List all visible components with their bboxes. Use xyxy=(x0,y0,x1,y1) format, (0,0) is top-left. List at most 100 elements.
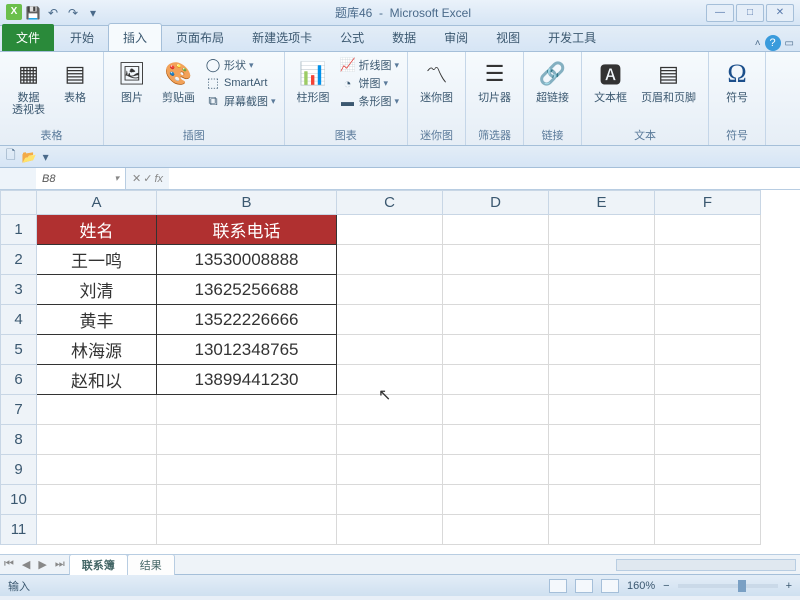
row-header-3[interactable]: 3 xyxy=(1,275,37,305)
cell-F8[interactable] xyxy=(655,425,761,455)
col-header-A[interactable]: A xyxy=(37,191,157,215)
view-normal-button[interactable] xyxy=(549,579,567,593)
cell-D10[interactable] xyxy=(443,485,549,515)
smartart-button[interactable]: ⬚SmartArt xyxy=(205,74,276,92)
cell-C5[interactable] xyxy=(337,335,443,365)
cell-C4[interactable] xyxy=(337,305,443,335)
col-header-C[interactable]: C xyxy=(337,191,443,215)
formula-input[interactable] xyxy=(169,168,800,189)
cell-A4[interactable]: 黄丰 xyxy=(37,305,157,335)
qat-new-icon[interactable]: 🗋 xyxy=(6,146,16,167)
clipart-button[interactable]: 🎨 剪贴画 xyxy=(158,56,199,106)
cell-A6[interactable]: 赵和以 xyxy=(37,365,157,395)
cell-B1[interactable]: 联系电话 xyxy=(157,215,337,245)
cell-E11[interactable] xyxy=(549,515,655,545)
zoom-out-icon[interactable]: − xyxy=(663,580,669,592)
cell-B9[interactable] xyxy=(157,455,337,485)
cell-D4[interactable] xyxy=(443,305,549,335)
header-footer-button[interactable]: ▤ 页眉和页脚 xyxy=(637,56,700,106)
tab-view[interactable]: 视图 xyxy=(482,24,534,51)
cell-F5[interactable] xyxy=(655,335,761,365)
cell-A10[interactable] xyxy=(37,485,157,515)
cell-F4[interactable] xyxy=(655,305,761,335)
cell-B8[interactable] xyxy=(157,425,337,455)
cell-C1[interactable] xyxy=(337,215,443,245)
qat-more-icon[interactable]: ▾ xyxy=(43,150,49,164)
tab-review[interactable]: 审阅 xyxy=(430,24,482,51)
cell-B6[interactable]: 13899441230 xyxy=(157,365,337,395)
cell-F11[interactable] xyxy=(655,515,761,545)
row-header-9[interactable]: 9 xyxy=(1,455,37,485)
minimize-button[interactable]: — xyxy=(706,4,734,22)
close-button[interactable]: ✕ xyxy=(766,4,794,22)
tab-pagelayout[interactable]: 页面布局 xyxy=(162,24,238,51)
cell-E10[interactable] xyxy=(549,485,655,515)
zoom-slider[interactable] xyxy=(678,584,778,588)
tab-newtab[interactable]: 新建选项卡 xyxy=(238,24,326,51)
row-header-11[interactable]: 11 xyxy=(1,515,37,545)
qat-save-icon[interactable]: 💾 xyxy=(24,4,42,22)
hyperlink-button[interactable]: 🔗 超链接 xyxy=(532,56,573,106)
cell-E2[interactable] xyxy=(549,245,655,275)
tab-nav-prev-icon[interactable]: ◀ xyxy=(18,558,34,571)
cell-A8[interactable] xyxy=(37,425,157,455)
symbol-button[interactable]: Ω 符号 xyxy=(717,56,757,106)
cell-C7[interactable] xyxy=(337,395,443,425)
cell-D9[interactable] xyxy=(443,455,549,485)
col-header-B[interactable]: B xyxy=(157,191,337,215)
table-button[interactable]: ▤ 表格 xyxy=(55,56,95,106)
tab-dev[interactable]: 开发工具 xyxy=(534,24,610,51)
cell-E6[interactable] xyxy=(549,365,655,395)
qat-redo-icon[interactable]: ↷ xyxy=(64,4,82,22)
col-header-E[interactable]: E xyxy=(549,191,655,215)
row-header-8[interactable]: 8 xyxy=(1,425,37,455)
cancel-icon[interactable]: ✕ xyxy=(132,172,141,185)
cell-B10[interactable] xyxy=(157,485,337,515)
sparkline-button[interactable]: 〽 迷你图 xyxy=(416,56,457,106)
cell-C11[interactable] xyxy=(337,515,443,545)
cell-A7[interactable] xyxy=(37,395,157,425)
sheet-tab-1[interactable]: 联系簿 xyxy=(69,554,128,575)
cell-F7[interactable] xyxy=(655,395,761,425)
horizontal-scrollbar[interactable] xyxy=(616,559,796,571)
col-header-D[interactable]: D xyxy=(443,191,549,215)
cell-B4[interactable]: 13522226666 xyxy=(157,305,337,335)
cell-E5[interactable] xyxy=(549,335,655,365)
cell-A9[interactable] xyxy=(37,455,157,485)
zoom-in-icon[interactable]: + xyxy=(786,580,792,592)
tab-nav-first-icon[interactable]: ⏮ xyxy=(0,558,18,571)
cell-C9[interactable] xyxy=(337,455,443,485)
cell-A11[interactable] xyxy=(37,515,157,545)
screenshot-button[interactable]: ⧉屏幕截图▾ xyxy=(205,92,276,110)
pivot-table-button[interactable]: ▦ 数据 透视表 xyxy=(8,56,49,118)
name-box-dropdown-icon[interactable]: ▾ xyxy=(114,173,119,184)
shapes-button[interactable]: ◯形状▾ xyxy=(205,56,276,74)
cell-E7[interactable] xyxy=(549,395,655,425)
row-header-4[interactable]: 4 xyxy=(1,305,37,335)
select-all-corner[interactable] xyxy=(1,191,37,215)
cell-C8[interactable] xyxy=(337,425,443,455)
tab-nav-last-icon[interactable]: ⏭ xyxy=(51,558,69,571)
cell-D1[interactable] xyxy=(443,215,549,245)
enter-icon[interactable]: ✓ xyxy=(143,172,152,185)
tab-formulas[interactable]: 公式 xyxy=(326,24,378,51)
tab-data[interactable]: 数据 xyxy=(378,24,430,51)
fx-icon[interactable]: fx xyxy=(154,173,163,185)
worksheet-grid[interactable]: ABCDEF1姓名联系电话2王一鸣135300088883刘清136252566… xyxy=(0,190,800,554)
cell-A2[interactable]: 王一鸣 xyxy=(37,245,157,275)
pie-chart-button[interactable]: ◔饼图▾ xyxy=(340,74,400,92)
name-box[interactable]: B8 ▾ xyxy=(36,168,126,189)
cell-C10[interactable] xyxy=(337,485,443,515)
tab-home[interactable]: 开始 xyxy=(56,24,108,51)
cell-C6[interactable] xyxy=(337,365,443,395)
row-header-7[interactable]: 7 xyxy=(1,395,37,425)
ribbon-minimize-icon[interactable]: ˄ xyxy=(755,38,761,49)
cell-A3[interactable]: 刘清 xyxy=(37,275,157,305)
cell-D5[interactable] xyxy=(443,335,549,365)
row-header-6[interactable]: 6 xyxy=(1,365,37,395)
line-chart-button[interactable]: 📈折线图▾ xyxy=(340,56,400,74)
cell-F9[interactable] xyxy=(655,455,761,485)
picture-button[interactable]: 🖼 图片 xyxy=(112,56,152,106)
cell-E9[interactable] xyxy=(549,455,655,485)
bar-chart-button[interactable]: ▬条形图▾ xyxy=(340,92,400,110)
